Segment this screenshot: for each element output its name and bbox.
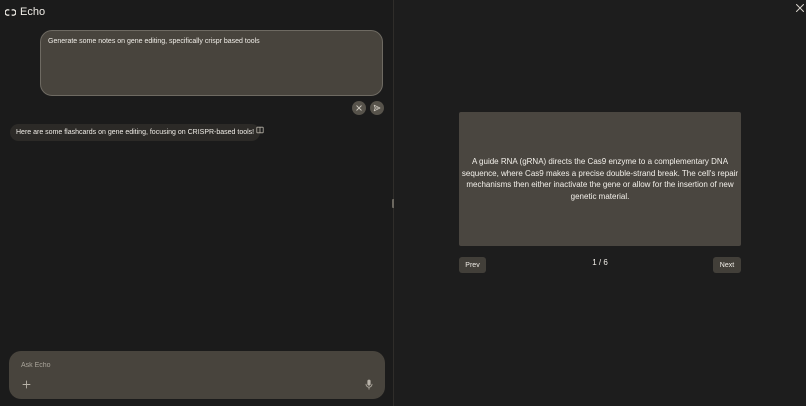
- ask-input[interactable]: [21, 359, 341, 371]
- user-prompt-text: Generate some notes on gene editing, spe…: [48, 38, 260, 45]
- microphone-button[interactable]: [365, 379, 373, 390]
- user-prompt-box[interactable]: Generate some notes on gene editing, spe…: [40, 30, 383, 96]
- send-button[interactable]: [370, 101, 384, 115]
- flashcard-text: A guide RNA (gRNA) directs the Cas9 enzy…: [461, 157, 739, 201]
- send-icon: [373, 104, 381, 112]
- close-icon: [356, 105, 362, 111]
- app-window: Echo Generate some notes on gene editing…: [0, 0, 806, 406]
- plus-icon: [22, 380, 31, 389]
- next-button[interactable]: Next: [713, 257, 741, 273]
- echo-logo-icon: [5, 7, 16, 18]
- chat-panel: Echo Generate some notes on gene editing…: [0, 0, 393, 406]
- app-brand: Echo: [5, 5, 45, 19]
- prev-button[interactable]: Prev: [459, 257, 486, 273]
- add-attachment-button[interactable]: [22, 380, 31, 389]
- microphone-icon: [365, 379, 373, 390]
- card-counter: 1 / 6: [592, 258, 608, 267]
- flashcard[interactable]: A guide RNA (gRNA) directs the Cas9 enzy…: [459, 112, 741, 246]
- open-flashcards-button[interactable]: [256, 126, 264, 134]
- close-panel-button[interactable]: [795, 3, 805, 13]
- app-title: Echo: [20, 6, 46, 18]
- cancel-edit-button[interactable]: [352, 101, 366, 115]
- close-icon: [796, 4, 804, 12]
- assistant-message: Here are some flashcards on gene editing…: [10, 124, 261, 141]
- composer: [9, 351, 385, 399]
- assistant-message-text: Here are some flashcards on gene editing…: [16, 129, 255, 136]
- book-icon: [256, 126, 264, 134]
